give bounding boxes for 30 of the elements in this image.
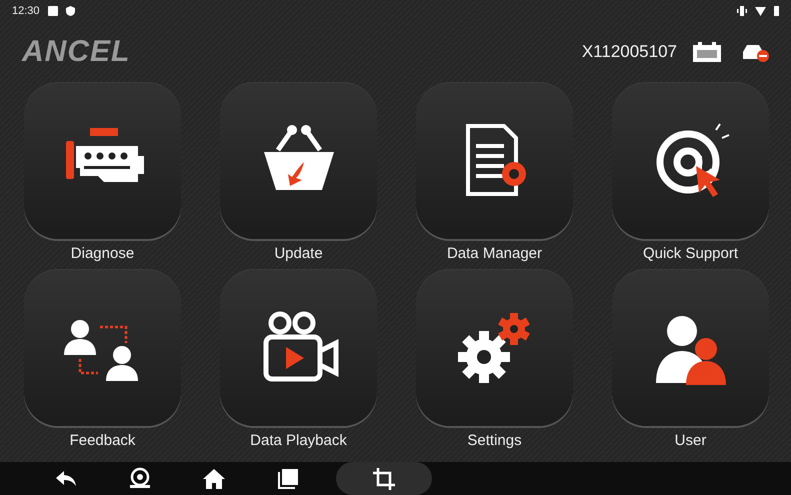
nav-button[interactable] (336, 462, 432, 495)
app-tile[interactable] (612, 269, 769, 426)
tile-label: Update (274, 245, 323, 263)
serial-number: X112005107 (582, 42, 677, 62)
tile-label: Settings (467, 432, 522, 450)
tile-label: Feedback (70, 432, 136, 450)
tile-label: Data Playback (250, 432, 347, 450)
vibrate-icon (737, 6, 747, 16)
app-tile[interactable] (612, 82, 769, 239)
tile-label: User (674, 432, 706, 450)
crop-icon (372, 466, 396, 490)
shield-icon (66, 6, 75, 16)
app-tile[interactable] (24, 269, 181, 426)
tile-label: Diagnose (70, 245, 134, 263)
status-time: 12:30 (12, 5, 40, 17)
home-icon (202, 466, 226, 490)
app-tile[interactable] (24, 82, 181, 239)
battery-icon (774, 6, 779, 16)
image-icon (48, 6, 58, 16)
car-disconnected-icon (741, 42, 769, 62)
app-tile[interactable] (416, 82, 573, 239)
tile-label: Data Manager (446, 245, 542, 263)
brand-logo: ANCEL (22, 35, 130, 69)
tile-label: Quick Support (642, 245, 738, 263)
app-tile[interactable] (416, 269, 573, 426)
wifi-icon (755, 6, 766, 16)
app-tile[interactable] (220, 269, 377, 426)
obd-battery-icon (693, 42, 721, 62)
recent-apps-icon (276, 466, 300, 490)
app-tile[interactable] (220, 82, 377, 239)
